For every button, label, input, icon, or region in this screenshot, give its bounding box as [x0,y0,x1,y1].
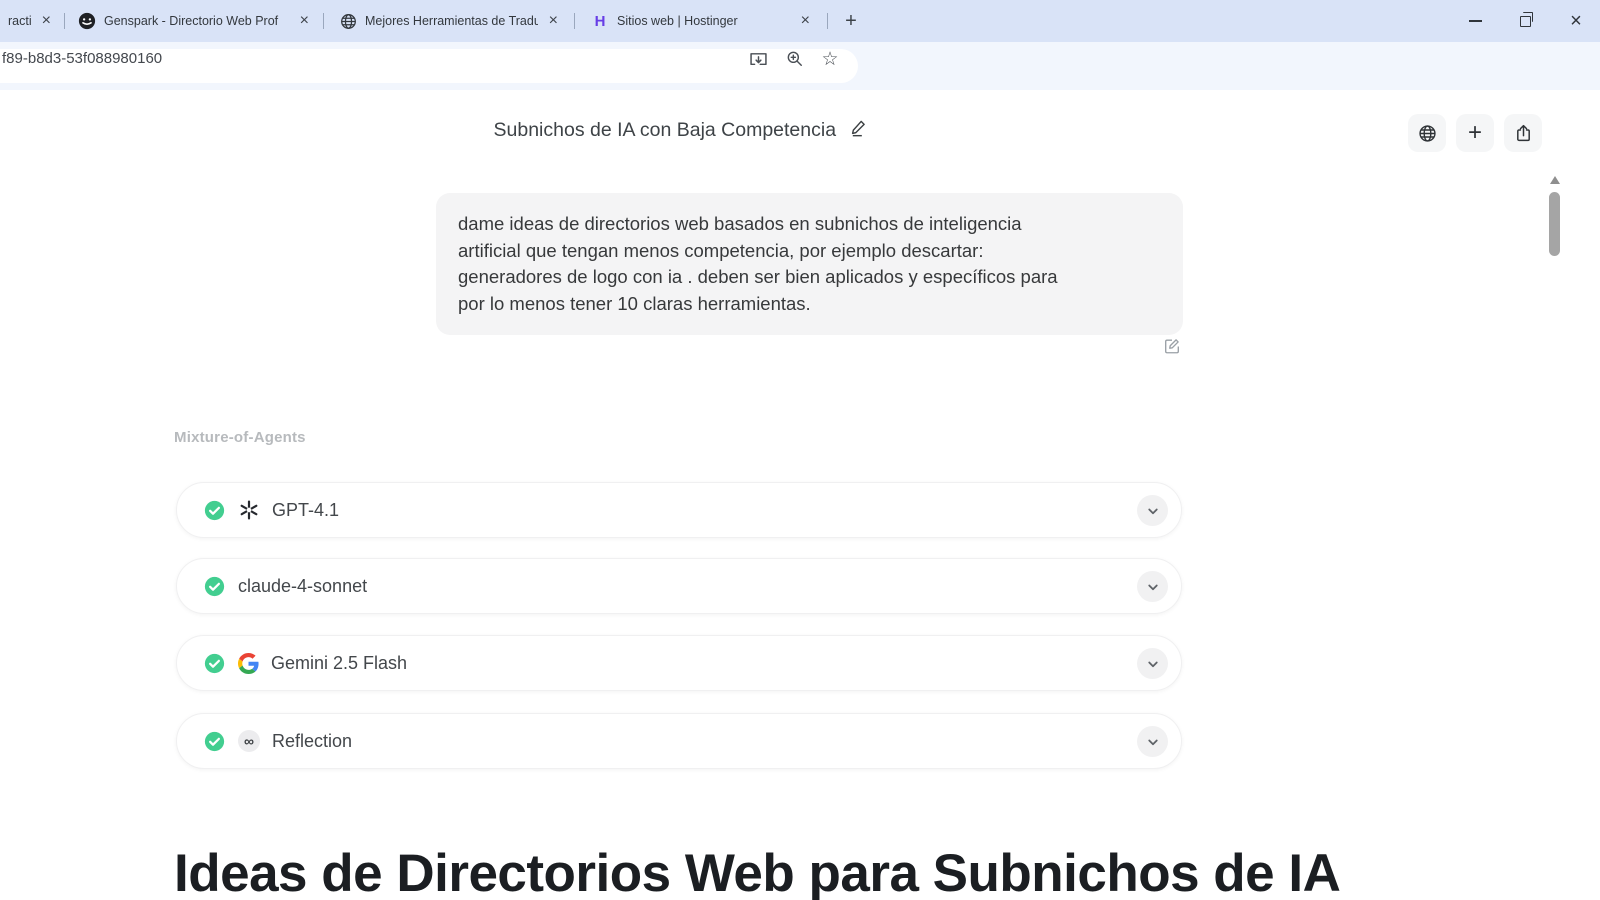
restore-icon [1519,12,1534,27]
minimize-icon [1468,20,1482,22]
scrollbar-thumb[interactable] [1549,192,1560,256]
page-title-row: Subnichos de IA con Baja Competencia [174,118,1188,143]
agent-name: GPT-4.1 [272,499,340,520]
language-globe-button[interactable] [1408,114,1446,152]
check-icon [204,500,225,521]
user-message-line: generadores de logo con ia . deben ser b… [458,266,1058,287]
tab-label: ractiv [8,14,31,28]
agent-card-gpt[interactable]: GPT-4.1 [176,482,1182,538]
hostinger-favicon-icon: H [594,12,606,30]
openai-logo-icon [238,499,260,521]
tab-separator [64,13,65,29]
new-chat-button[interactable]: + [1456,114,1494,152]
edit-message-icon[interactable] [1163,337,1181,360]
user-message-line: por lo menos tener 10 claras herramienta… [458,292,811,314]
scrollbar-up-arrow[interactable] [1550,176,1560,184]
tab-close-icon[interactable]: × [546,12,561,30]
section-label: Mixture-of-Agents [174,429,306,446]
page-title: Subnichos de IA con Baja Competencia [493,119,837,141]
browser-window: ractiv × Genspark - Directorio Web Prof … [0,0,1600,900]
tab-genspark[interactable]: Genspark - Directorio Web Prof × [70,4,320,38]
expand-chevron-button[interactable] [1137,495,1168,526]
bookmark-star-icon[interactable]: ☆ [818,47,842,71]
agent-card-claude[interactable]: claude-4-sonnet [176,558,1182,614]
agent-name: Reflection [272,730,353,751]
tab-separator [827,13,828,29]
edit-title-icon[interactable] [849,120,868,142]
url-text[interactable]: f89-b8d3-53f088980160 [2,50,162,67]
install-app-icon[interactable] [746,47,770,71]
agent-card-reflection[interactable]: ∞ Reflection [176,713,1182,769]
tab-label: Genspark - Directorio Web Prof [104,14,279,28]
tab-close-icon[interactable]: × [798,12,813,30]
tab-separator [574,13,575,29]
browser-toolbar: f89-b8d3-53f088980160 ☆ f? [h/] A P [0,42,1600,124]
close-icon: × [1570,10,1582,32]
close-button[interactable]: × [1560,0,1592,42]
tab-partial[interactable]: ractiv × [0,4,62,38]
response-heading: Ideas de Directorios Web para Subnichos … [174,844,1341,900]
user-message-bubble: dame ideas de directorios web basados en… [436,193,1183,335]
minimize-button[interactable] [1460,0,1490,42]
tab-strip: ractiv × Genspark - Directorio Web Prof … [0,0,1600,42]
agent-name: claude-4-sonnet [238,575,368,596]
tab-separator [323,13,324,29]
check-icon [204,653,225,674]
infinity-icon: ∞ [238,730,260,752]
page-actions: + [1408,114,1542,152]
tab-herramientas[interactable]: Mejores Herramientas de Tradu × [331,4,569,38]
new-tab-button[interactable]: + [838,8,864,34]
tab-label: Mejores Herramientas de Tradu [365,14,538,28]
agent-name: Gemini 2.5 Flash [271,652,408,673]
genspark-favicon-icon [78,12,96,30]
check-icon [204,731,225,752]
expand-chevron-button[interactable] [1137,571,1168,602]
globe-favicon-icon [339,12,357,30]
zoom-icon[interactable] [783,47,807,71]
agent-card-gemini[interactable]: Gemini 2.5 Flash [176,635,1182,691]
tab-close-icon[interactable]: × [297,12,312,30]
tab-hostinger[interactable]: H Sitios web | Hostinger × [583,4,821,38]
tab-label: Sitios web | Hostinger [617,14,738,28]
user-message-line: dame ideas de directorios web basados en… [458,213,1022,234]
expand-chevron-button[interactable] [1137,726,1168,757]
page-content: Subnichos de IA con Baja Competencia + d… [0,90,1600,900]
google-logo-icon [238,652,259,674]
user-message-line: artificial que tengan menos competencia,… [458,239,984,261]
tab-close-icon[interactable]: × [39,12,54,30]
share-button[interactable] [1504,114,1542,152]
restore-button[interactable] [1510,0,1540,42]
check-icon [204,576,225,597]
expand-chevron-button[interactable] [1137,648,1168,679]
